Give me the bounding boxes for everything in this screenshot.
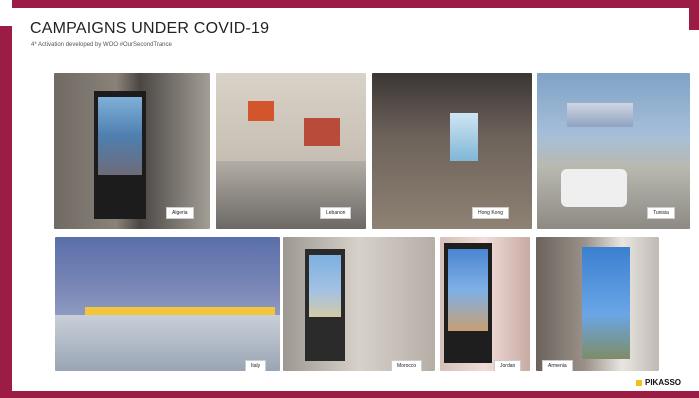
photo-label: Jordan	[494, 360, 522, 371]
frame-border-right	[689, 0, 699, 30]
frame-border-left	[0, 26, 12, 398]
photo-label: Tunisia	[647, 207, 675, 219]
photo-italy: Italy	[55, 237, 280, 371]
photo-armenia: Armenia	[536, 237, 659, 371]
photo-label: Algeria	[166, 207, 194, 219]
slide-title: CAMPAIGNS UNDER COVID-19	[30, 20, 270, 37]
billboard-strip	[85, 307, 275, 315]
frame-border-bottom	[0, 391, 699, 398]
screen-shape	[98, 97, 142, 175]
photo-label: Morocco	[391, 360, 423, 371]
billboard-shape	[304, 118, 340, 146]
car-shape	[561, 169, 627, 207]
photo-hong-kong: Hong Kong	[372, 73, 532, 229]
billboard-shape	[248, 101, 274, 121]
logo-text: PIKASSO	[645, 378, 682, 387]
screen-shape	[309, 255, 341, 317]
screen-shape	[450, 113, 478, 161]
photo-algeria: Algeria	[54, 73, 210, 229]
photo-morocco: Morocco	[283, 237, 435, 371]
photo-label: Armenia	[542, 360, 573, 371]
billboard-shape	[567, 103, 633, 127]
photo-label: Lebanon	[320, 207, 352, 219]
photo-jordan: Jordan	[440, 237, 530, 371]
screen-shape	[582, 247, 630, 359]
brand-logo: PIKASSO	[636, 378, 681, 387]
photo-label: Italy	[245, 360, 267, 371]
photo-tunisia: Tunisia	[537, 73, 690, 229]
logo-mark-icon	[636, 379, 642, 386]
frame-border-top	[12, 0, 699, 8]
photo-lebanon: Lebanon	[216, 73, 366, 229]
slide-subtitle: 4* Activation developed by WOO #OurSecon…	[31, 42, 172, 48]
photo-label: Hong Kong	[472, 207, 510, 219]
screen-shape	[448, 249, 488, 331]
